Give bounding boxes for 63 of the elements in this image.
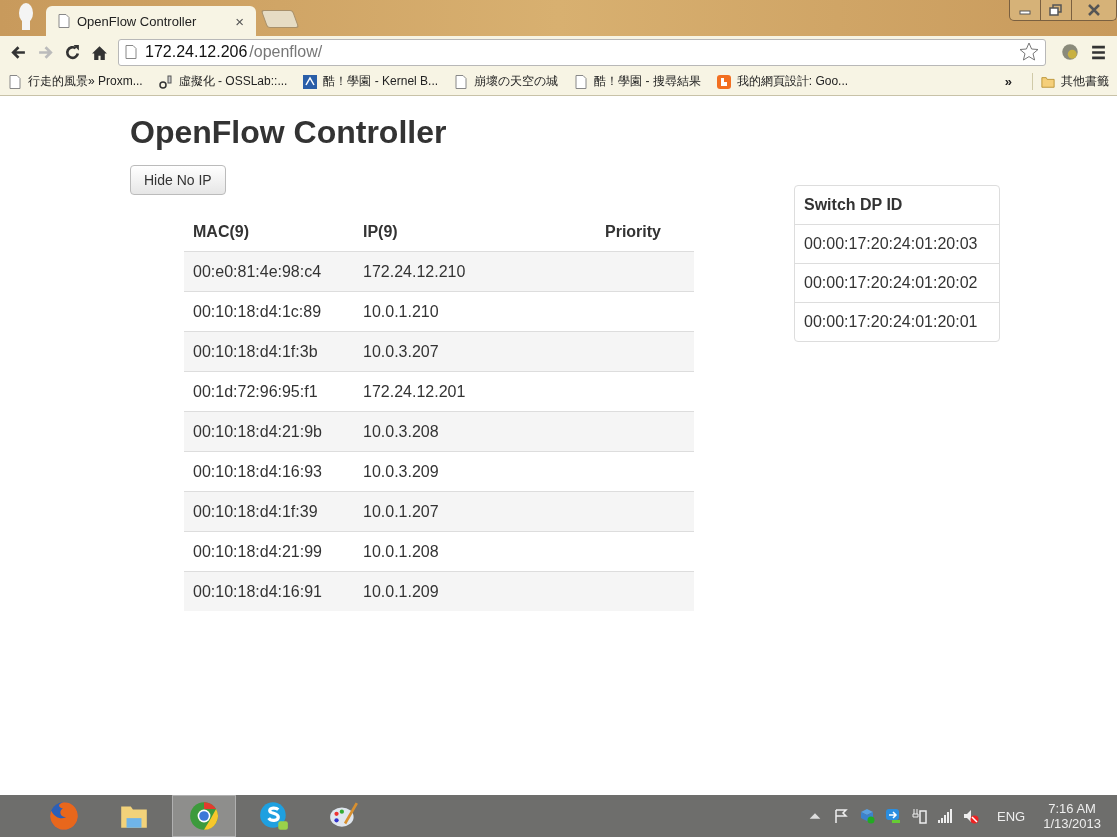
site-icon [158,74,173,89]
back-arrow-icon[interactable] [10,43,27,61]
hide-no-ip-button[interactable]: Hide No IP [130,165,226,195]
chat-icon [258,800,290,832]
bookmark-item[interactable]: 行走的風景» Proxm... [8,73,143,90]
address-bar[interactable]: 172.24.12.206/openflow/ [118,38,1046,66]
flag-icon[interactable] [833,808,849,824]
clock-date: 1/13/2013 [1043,816,1101,831]
tab-title: OpenFlow Controller [77,13,198,29]
muted-speaker-icon[interactable] [963,808,979,824]
close-tab-button[interactable]: × [235,12,244,30]
blog-icon [716,74,731,89]
star-icon[interactable] [1019,42,1039,62]
bookmark-item[interactable]: 崩壞の天空の城 [454,73,559,90]
taskbar-app-button[interactable] [172,795,236,837]
other-bookmarks-folder[interactable]: 其他書籤 [1032,73,1109,90]
person-silhouette-icon [16,2,36,30]
page-icon [125,45,137,59]
page-title: OpenFlow Controller [130,114,448,151]
input-language[interactable]: ENG [997,808,1026,824]
page-icon [8,74,22,89]
column-header: Switch DP ID [803,195,904,215]
page-icon [454,74,469,89]
browser-tab[interactable]: OpenFlow Controller × [46,6,256,36]
url-path: /openflow/ [249,43,323,61]
more-bookmarks-button[interactable]: » [1004,74,1012,89]
extension-icon[interactable] [1060,42,1080,62]
fox-globe-icon [48,800,80,832]
home-icon[interactable] [91,43,108,61]
column-header: Priority [572,213,694,252]
table-cell: 00:10:18:d4:16:91 [184,571,354,611]
table-cell: 172.24.12.210 [354,251,572,292]
table-cell: 00:e0:81:4e:98:c4 [184,251,354,292]
remote-icon[interactable] [885,808,901,824]
page-icon [58,14,70,28]
table-cell: 00:00:17:20:24:01:20:02 [795,263,999,302]
table-cell: 10.0.3.208 [354,411,572,452]
chrome-ball-icon [188,800,220,832]
table-cell: 10.0.3.207 [354,331,572,372]
signal-bars-icon[interactable] [937,808,953,824]
bookmark-item[interactable]: 虛擬化 - OSSLab::... [158,73,288,90]
clock-time: 7:16 AM [1048,801,1096,816]
menu-icon[interactable] [1090,43,1107,61]
bookmark-item[interactable]: 我的網頁設計: Goo... [716,73,849,90]
column-header: MAC(9) [184,213,354,252]
bookmark-item[interactable]: 酷！學園 - 搜尋結果 [574,73,701,90]
table-cell: 00:00:17:20:24:01:20:01 [795,302,999,341]
battery-icon[interactable] [911,808,927,824]
table-cell: 00:00:17:20:24:01:20:03 [795,224,999,263]
table-cell: 10.0.1.207 [354,491,572,532]
bookmark-item[interactable]: 酷！學園 - Kernel B... [303,73,439,90]
reload-icon[interactable] [64,43,81,61]
table-cell: 00:10:18:d4:21:9b [184,411,354,452]
clock[interactable]: 7:16 AM 1/13/2013 [1043,801,1101,831]
page-icon [574,74,589,89]
new-tab-button[interactable] [260,10,300,28]
site-icon [303,74,318,89]
url-host: 172.24.12.206 [145,43,248,61]
table-cell: 10.0.1.209 [354,571,572,611]
table-cell: 00:10:18:d4:1f:3b [184,331,354,372]
column-header: IP(9) [354,213,572,252]
folder-icon [1041,74,1055,89]
table-cell: 00:10:18:d4:1f:39 [184,491,354,532]
